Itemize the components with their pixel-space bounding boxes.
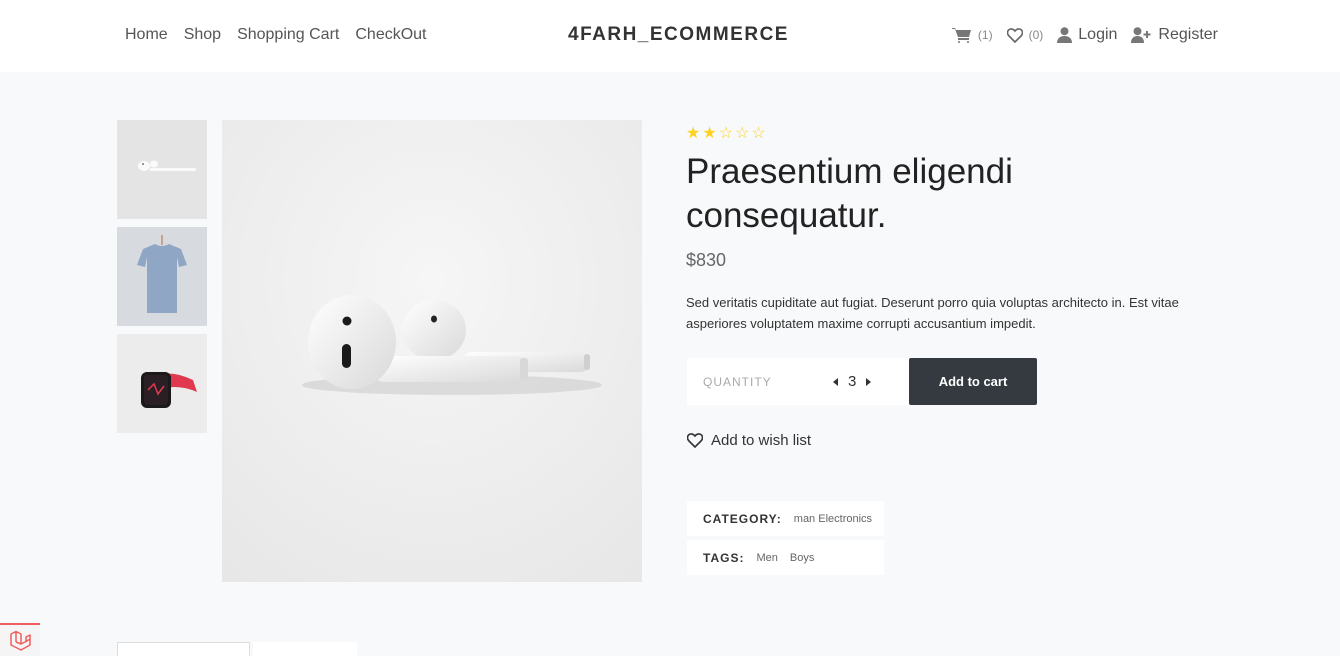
nav-cart-link[interactable]: Shopping Cart bbox=[237, 26, 339, 44]
quantity-label: QUANTITY bbox=[703, 374, 772, 389]
heart-icon bbox=[1006, 27, 1023, 43]
brand-logo[interactable]: 4FARH_ECOMMERCE bbox=[568, 24, 789, 46]
add-to-wishlist-link[interactable]: Add to wish list bbox=[687, 432, 811, 449]
cart-icon bbox=[951, 28, 971, 43]
user-icon bbox=[1057, 27, 1073, 43]
cart-count: (1) bbox=[977, 28, 993, 42]
tags-row: TAGS: Men Boys bbox=[687, 540, 884, 575]
star-empty-icon: ☆ bbox=[718, 125, 734, 142]
product-price: $830 bbox=[686, 250, 727, 270]
tshirt-thumbnail-image bbox=[117, 227, 207, 326]
product-title: Praesentium eligendi consequatur. bbox=[686, 152, 1013, 235]
increment-icon[interactable] bbox=[866, 377, 872, 386]
tab-reviews[interactable] bbox=[253, 642, 357, 656]
nav-checkout-link[interactable]: CheckOut bbox=[355, 26, 426, 44]
register-label: Register bbox=[1158, 26, 1218, 43]
navbar: Home Shop Shopping Cart CheckOut 4FARH_E… bbox=[0, 0, 1340, 72]
star-empty-icon: ☆ bbox=[751, 125, 766, 142]
category-link[interactable]: man Electronics bbox=[794, 513, 872, 525]
quantity-value[interactable]: 3 bbox=[848, 373, 856, 390]
tab-description[interactable] bbox=[117, 642, 250, 656]
star-filled-icon: ★ bbox=[686, 125, 701, 142]
thumbnail-watch[interactable] bbox=[117, 334, 207, 433]
category-row: CATEGORY: man Electronics bbox=[687, 501, 884, 536]
thumbnail-tshirt[interactable] bbox=[117, 227, 207, 326]
wishlist-count: (0) bbox=[1028, 28, 1044, 42]
laravel-logo-icon bbox=[10, 630, 31, 651]
airpods-image bbox=[222, 120, 642, 582]
add-to-wishlist-label: Add to wish list bbox=[711, 432, 812, 449]
star-filled-icon: ★ bbox=[702, 125, 717, 142]
debugbar-toggle[interactable] bbox=[0, 623, 40, 656]
product-rating: ★ ★ ☆ ☆ ☆ bbox=[686, 123, 766, 143]
nav-shop-link[interactable]: Shop bbox=[184, 26, 221, 44]
nav-links: Home Shop Shopping Cart CheckOut bbox=[125, 26, 427, 44]
login-label: Login bbox=[1078, 26, 1118, 43]
product-main-image[interactable] bbox=[222, 120, 642, 582]
register-link[interactable]: Register bbox=[1131, 26, 1218, 44]
tag-link[interactable]: Men bbox=[756, 552, 777, 564]
login-link[interactable]: Login bbox=[1057, 26, 1117, 44]
tag-link[interactable]: Boys bbox=[790, 552, 814, 564]
decrement-icon[interactable] bbox=[833, 377, 838, 386]
quantity-stepper: 3 bbox=[833, 373, 872, 390]
wishlist-button[interactable]: (0) bbox=[1006, 27, 1044, 43]
user-plus-icon bbox=[1131, 27, 1151, 43]
category-label: CATEGORY: bbox=[703, 511, 782, 526]
cart-button[interactable]: (1) bbox=[951, 27, 993, 43]
add-to-cart-button[interactable]: Add to cart bbox=[909, 358, 1037, 405]
nav-actions: (1) (0) Login Register bbox=[951, 26, 1218, 44]
product-description: Sed veritatis cupiditate aut fugiat. Des… bbox=[686, 295, 1179, 331]
watch-thumbnail-image bbox=[117, 334, 207, 433]
airpods-thumbnail-image bbox=[117, 120, 207, 219]
star-empty-icon: ☆ bbox=[735, 125, 750, 142]
nav-home-link[interactable]: Home bbox=[125, 26, 168, 44]
tags-label: TAGS: bbox=[703, 550, 745, 565]
thumbnail-airpods[interactable] bbox=[117, 120, 207, 219]
quantity-selector: QUANTITY 3 bbox=[687, 358, 909, 405]
heart-outline-icon bbox=[687, 433, 703, 448]
